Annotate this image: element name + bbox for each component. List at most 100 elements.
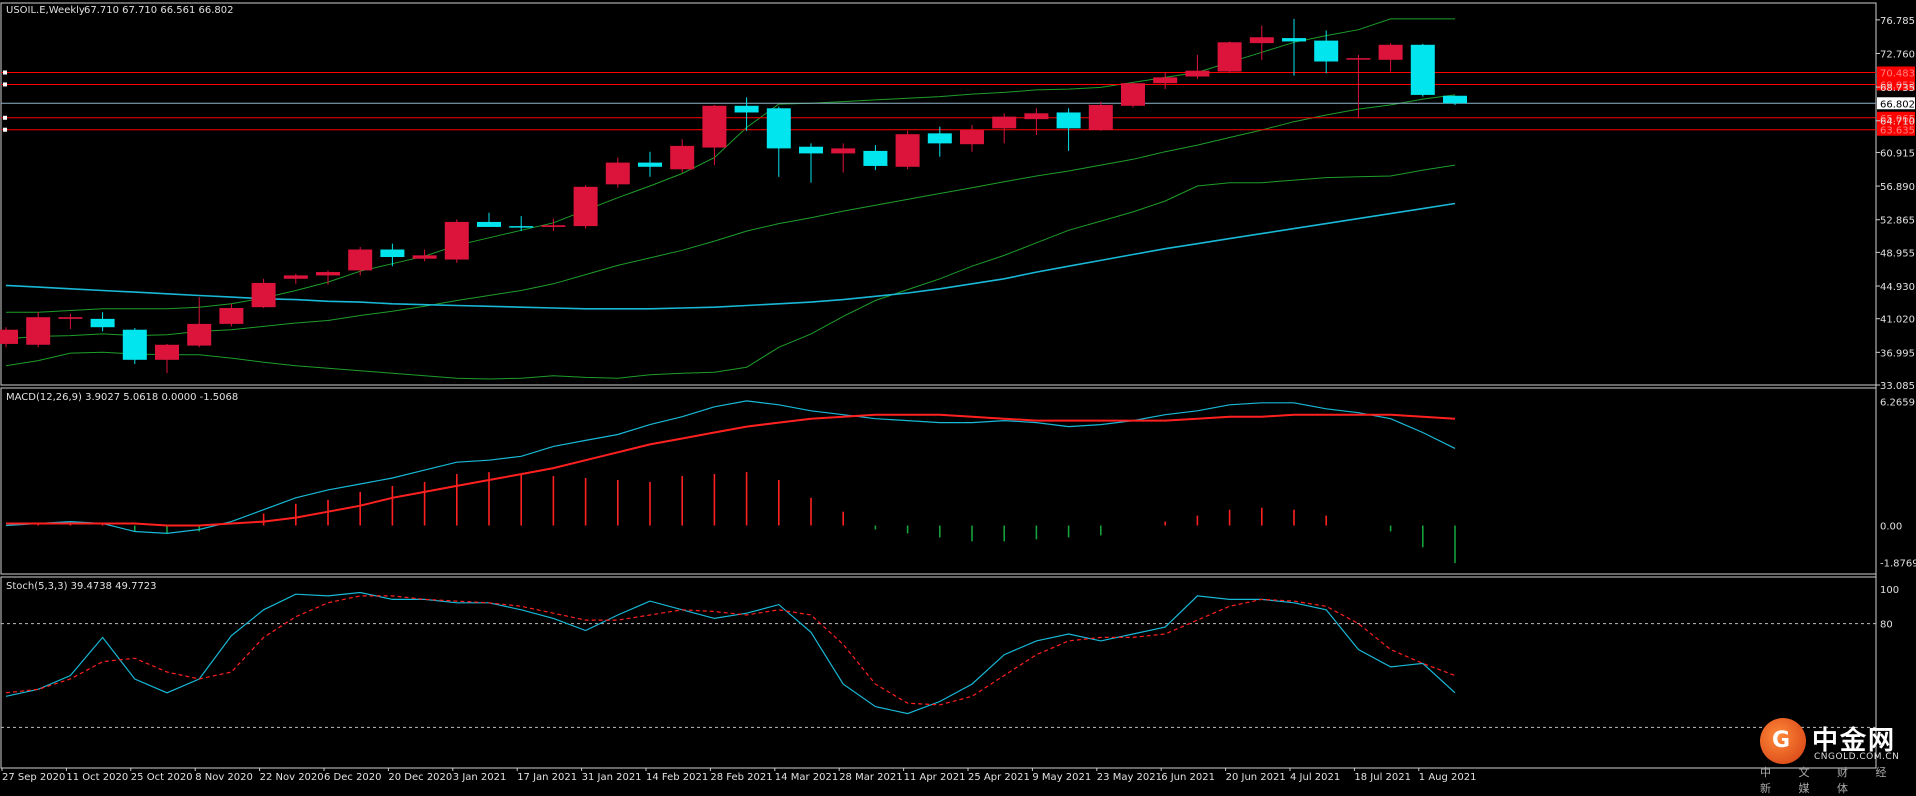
level-handle — [3, 127, 7, 132]
candle-body — [605, 162, 630, 185]
x-tick-label: 27 Sep 2020 — [2, 772, 65, 783]
candle-body — [90, 318, 115, 328]
level-handle — [3, 115, 7, 120]
x-tick-label: 20 Dec 2020 — [388, 772, 452, 783]
candle-body — [1217, 42, 1242, 72]
level-price-label: 70.483 — [1880, 68, 1915, 79]
x-tick-label: 31 Jan 2021 — [582, 772, 642, 783]
candle-body — [1346, 58, 1371, 60]
macd-y-tick-label: 0.00 — [1880, 522, 1902, 533]
candle-body — [1443, 95, 1467, 104]
x-tick-label: 14 Mar 2021 — [775, 772, 838, 783]
level-price-label: 66.802 — [1880, 99, 1915, 110]
candle-body — [1153, 77, 1178, 84]
x-tick-label: 14 Feb 2021 — [646, 772, 708, 783]
candle-body — [1249, 37, 1274, 44]
y-tick-label: 48.955 — [1880, 248, 1915, 259]
x-tick-label: 8 Nov 2020 — [195, 772, 253, 783]
x-tick-label: 11 Oct 2020 — [66, 772, 128, 783]
candle-body — [734, 105, 759, 113]
y-tick-label: 44.930 — [1880, 282, 1915, 293]
candle-body — [187, 323, 212, 346]
candle-body — [219, 307, 244, 324]
candle-body — [122, 329, 147, 360]
y-tick-label: 68.735 — [1880, 83, 1915, 94]
x-tick-label: 6 Jun 2021 — [1161, 772, 1215, 783]
candle-body — [251, 282, 276, 308]
candle-body — [1282, 38, 1306, 42]
x-tick-label: 1 Aug 2021 — [1419, 772, 1477, 783]
watermark-domain: CNGOLD.COM.CN — [1814, 752, 1900, 762]
y-tick-label: 60.915 — [1880, 148, 1915, 159]
candle-body — [348, 249, 373, 271]
candle-body — [1378, 44, 1403, 60]
candle-body — [444, 221, 469, 260]
x-tick-label: 22 Nov 2020 — [260, 772, 324, 783]
logo-icon: G — [1760, 718, 1806, 764]
candle-body — [927, 133, 952, 144]
candle-body — [766, 108, 791, 149]
x-tick-label: 4 Jul 2021 — [1290, 772, 1340, 783]
x-tick-label: 28 Mar 2021 — [839, 772, 902, 783]
x-tick-label: 11 Apr 2021 — [904, 772, 966, 783]
candle-body — [1410, 44, 1435, 95]
price-chart: 70.48369.05366.80265.06563.63576.78572.7… — [0, 0, 1916, 788]
candle-body — [477, 221, 501, 227]
candle-body — [541, 225, 566, 227]
candle-body — [412, 255, 437, 259]
x-tick-label: 23 May 2021 — [1097, 772, 1162, 783]
candle-body — [26, 317, 51, 345]
x-tick-label: 18 Jul 2021 — [1354, 772, 1411, 783]
candle-body — [316, 272, 340, 276]
x-tick-label: 6 Dec 2020 — [324, 772, 382, 783]
stoch-y-tick-label: 100 — [1880, 585, 1899, 596]
watermark-tagline: 中 文 财 经 新 媒 体 — [1760, 766, 1899, 795]
candle-body — [380, 249, 405, 258]
macd-label: MACD(12,26,9) 3.9027 5.0618 0.0000 -1.50… — [6, 392, 238, 403]
candle-body — [670, 145, 695, 170]
x-tick-label: 17 Jan 2021 — [517, 772, 577, 783]
x-tick-label: 20 Jun 2021 — [1226, 772, 1286, 783]
y-tick-label: 56.890 — [1880, 182, 1915, 193]
stoch-y-tick-label: 80 — [1880, 620, 1893, 631]
chart-title: USOIL.E,Weekly — [6, 5, 85, 16]
macd-y-tick-label: -1.8769 — [1880, 559, 1916, 570]
candle-body — [1088, 104, 1113, 131]
y-tick-label: 41.020 — [1880, 315, 1915, 326]
candle-body — [1185, 70, 1210, 77]
x-tick-label: 9 May 2021 — [1032, 772, 1091, 783]
y-tick-label: 72.760 — [1880, 49, 1915, 60]
ohlc-readout: 67.710 67.710 66.561 66.802 — [84, 5, 234, 16]
candle-body — [509, 226, 534, 228]
candle-body — [1056, 112, 1081, 129]
level-handle — [3, 82, 7, 87]
candle-body — [1024, 113, 1049, 120]
candle-body — [799, 146, 823, 154]
y-tick-label: 33.085 — [1880, 381, 1915, 392]
candle-body — [638, 162, 662, 167]
candle-body — [863, 150, 888, 166]
candle-body — [155, 344, 179, 360]
y-tick-label: 52.865 — [1880, 216, 1915, 227]
candle-body — [895, 134, 920, 167]
macd-y-tick-label: 6.2659 — [1880, 398, 1915, 409]
x-tick-label: 3 Jan 2021 — [453, 772, 507, 783]
y-tick-label: 64.710 — [1880, 117, 1915, 128]
candle-body — [573, 186, 598, 227]
x-tick-label: 25 Oct 2020 — [131, 772, 193, 783]
stoch-label: Stoch(5,3,3) 39.4738 49.7723 — [6, 581, 157, 592]
candle-body — [283, 275, 308, 279]
x-tick-label: 28 Feb 2021 — [710, 772, 772, 783]
candle-body — [831, 148, 856, 154]
candle-body — [0, 329, 18, 344]
candle-body — [992, 116, 1017, 129]
candle-body — [1314, 40, 1339, 62]
candle-body — [960, 130, 984, 145]
candle-body — [702, 105, 727, 148]
y-tick-label: 36.995 — [1880, 348, 1915, 359]
x-tick-label: 25 Apr 2021 — [968, 772, 1030, 783]
y-tick-label: 76.785 — [1880, 16, 1915, 27]
level-handle — [3, 70, 7, 75]
candle-body — [58, 317, 83, 319]
candle-body — [1121, 83, 1145, 106]
